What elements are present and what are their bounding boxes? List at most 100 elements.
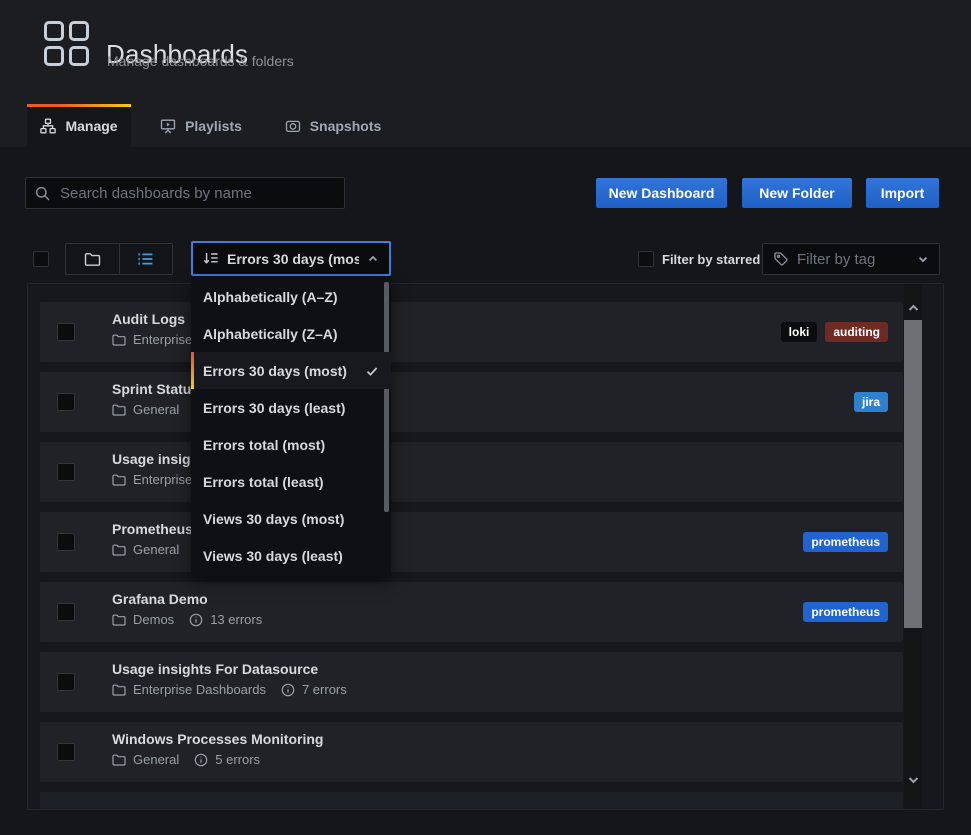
folder-name: General xyxy=(133,402,179,417)
sort-option[interactable]: Errors total (most) xyxy=(191,426,391,463)
dashboard-meta: Demos 13 errors xyxy=(112,612,262,627)
folder-name: General xyxy=(133,542,179,557)
dashboard-tag[interactable]: prometheus xyxy=(803,602,888,622)
tab-playlists[interactable]: Playlists xyxy=(145,104,257,147)
folder-icon xyxy=(112,334,126,346)
filter-starred-label: Filter by starred xyxy=(662,252,760,267)
sort-option-label: Errors total (least) xyxy=(203,474,324,490)
scrollbar-down-arrow[interactable] xyxy=(907,774,920,786)
sort-option-label: Alphabetically (Z–A) xyxy=(203,326,338,342)
dashboard-title[interactable]: Usage insights For Datasource xyxy=(112,661,318,677)
folder-view-button[interactable] xyxy=(66,244,119,274)
folder-icon xyxy=(112,544,126,556)
sort-picker-value: Errors 30 days (most) xyxy=(227,251,359,267)
apps-grid-icon xyxy=(44,21,89,66)
tab-snapshots[interactable]: Snapshots xyxy=(272,104,394,147)
scrollbar-up-arrow[interactable] xyxy=(907,302,920,314)
folder-icon xyxy=(84,252,101,267)
camera-icon xyxy=(285,118,301,134)
new-dashboard-button[interactable]: New Dashboard xyxy=(596,178,727,208)
new-folder-button[interactable]: New Folder xyxy=(742,178,852,208)
tab-snapshots-label: Snapshots xyxy=(310,118,382,134)
check-icon xyxy=(365,364,379,378)
dashboard-meta: General 5 errors xyxy=(112,752,260,767)
view-toggle xyxy=(65,243,173,275)
row-checkbox[interactable] xyxy=(57,463,75,481)
dashboard-title[interactable]: Prometheus xyxy=(112,521,193,537)
dashboard-title[interactable]: Audit Logs xyxy=(112,311,185,327)
dashboard-row[interactable]: Windows Processes Monitoring General 5 e… xyxy=(40,722,903,782)
row-checkbox[interactable] xyxy=(57,323,75,341)
info-circle-icon xyxy=(189,613,203,627)
search-box xyxy=(25,177,345,209)
dashboard-tag[interactable]: auditing xyxy=(825,322,888,342)
folder-icon xyxy=(112,754,126,766)
sort-option[interactable]: Alphabetically (A–Z) xyxy=(191,278,391,315)
dashboard-row[interactable]: Usage insights Enterprise Dashboards xyxy=(40,442,903,502)
dashboard-tag[interactable]: jira xyxy=(854,392,888,412)
sort-amount-down-icon xyxy=(203,252,219,265)
info-circle-icon xyxy=(194,753,208,767)
row-checkbox[interactable] xyxy=(57,533,75,551)
chevron-up-icon xyxy=(367,253,379,265)
scrollbar-thumb[interactable] xyxy=(904,320,922,628)
import-button[interactable]: Import xyxy=(866,178,939,208)
row-checkbox[interactable] xyxy=(57,393,75,411)
tag-filter-select[interactable]: Filter by tag xyxy=(762,243,940,275)
dashboard-row[interactable]: Sprint Status General jira xyxy=(40,372,903,432)
sort-option[interactable]: Views 30 days (least) xyxy=(191,537,391,574)
folder-name: Demos xyxy=(133,612,174,627)
dashboard-tags: loki auditing xyxy=(781,302,888,362)
error-count: 7 errors xyxy=(302,682,347,697)
dashboard-tag[interactable]: prometheus xyxy=(803,532,888,552)
select-all-checkbox[interactable] xyxy=(33,251,49,267)
sitemap-icon xyxy=(40,118,56,134)
dashboard-tags: jira xyxy=(854,372,888,432)
dashboard-tag[interactable]: loki xyxy=(781,322,818,342)
tag-filter-placeholder: Filter by tag xyxy=(797,251,875,268)
sort-menu: Alphabetically (A–Z) Alphabetically (Z–A… xyxy=(191,276,391,576)
folder-icon xyxy=(112,474,126,486)
sort-option[interactable]: Errors total (least) xyxy=(191,463,391,500)
sort-option[interactable]: Alphabetically (Z–A) xyxy=(191,315,391,352)
presentation-play-icon xyxy=(160,118,176,134)
tab-manage[interactable]: Manage xyxy=(27,104,131,147)
page-subtitle: Manage dashboards & folders xyxy=(107,53,294,69)
dashboard-title[interactable]: Sprint Status xyxy=(112,381,199,397)
tag-icon xyxy=(773,251,789,267)
sort-option[interactable]: Errors 30 days (most) xyxy=(191,352,391,389)
sort-option-label: Errors 30 days (least) xyxy=(203,400,345,416)
tab-manage-label: Manage xyxy=(65,118,117,134)
dashboard-title[interactable]: Grafana Demo xyxy=(112,591,208,607)
dashboard-row[interactable]: Usage insights For Datasource Enterprise… xyxy=(40,652,903,712)
filter-starred-checkbox[interactable] xyxy=(638,251,654,267)
results-list: Audit Logs Enterprise Dashboards lokiaud… xyxy=(28,284,943,809)
sort-option-label: Views 30 days (least) xyxy=(203,548,343,564)
dashboard-row[interactable]: Prometheus General prometheus xyxy=(40,512,903,572)
list-icon xyxy=(137,252,154,266)
apps-grid-square xyxy=(69,21,89,41)
dashboard-tags: prometheus xyxy=(803,582,888,642)
folder-name: General xyxy=(133,752,179,767)
apps-grid-square xyxy=(69,46,89,66)
row-checkbox[interactable] xyxy=(57,603,75,621)
chevron-down-icon xyxy=(917,253,929,265)
search-results-panel: Audit Logs Enterprise Dashboards lokiaud… xyxy=(27,283,944,810)
row-checkbox[interactable] xyxy=(57,743,75,761)
sort-picker[interactable]: Errors 30 days (most) xyxy=(191,241,391,276)
sort-option-label: Errors total (most) xyxy=(203,437,325,453)
dashboard-row[interactable]: Audit Logs Enterprise Dashboards lokiaud… xyxy=(40,302,903,362)
folder-icon xyxy=(112,684,126,696)
search-input[interactable] xyxy=(58,184,335,203)
list-view-button[interactable] xyxy=(119,244,173,274)
sort-option[interactable]: Errors 30 days (least) xyxy=(191,389,391,426)
row-checkbox[interactable] xyxy=(57,673,75,691)
info-circle-icon xyxy=(281,683,295,697)
sort-option[interactable]: Views 30 days (most) xyxy=(191,500,391,537)
folder-icon xyxy=(112,404,126,416)
dashboard-row[interactable]: Grafana Demo Demos 13 errors prometheus xyxy=(40,582,903,642)
error-count: 5 errors xyxy=(215,752,260,767)
sort-option-label: Errors 30 days (most) xyxy=(203,363,347,379)
folder-icon xyxy=(112,614,126,626)
dashboard-title[interactable]: Windows Processes Monitoring xyxy=(112,731,323,747)
